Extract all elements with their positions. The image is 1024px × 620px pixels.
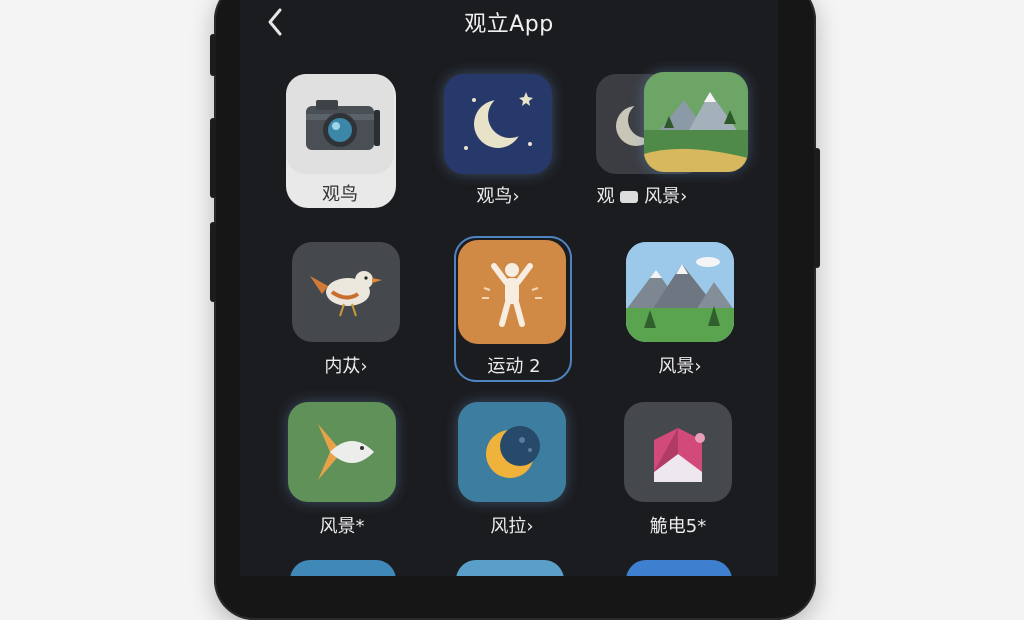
mountain-landscape-icon	[626, 242, 734, 342]
phone-side-button	[814, 148, 820, 268]
mountain-landscape-icon	[644, 72, 748, 172]
app-label: 风景*	[319, 516, 365, 537]
app-item[interactable]: 观 风景›	[590, 68, 748, 218]
app-label: 运动 2	[487, 356, 541, 377]
app-item[interactable]: 觤电5*	[618, 396, 738, 546]
app-item[interactable]: 风景›	[620, 236, 740, 386]
bird-icon	[292, 242, 400, 342]
partial-app-tile[interactable]	[290, 560, 396, 576]
app-label: 内苁›	[324, 356, 368, 377]
phone-side-button	[210, 118, 216, 198]
app-item[interactable]: 内苁›	[286, 236, 406, 386]
fish-icon	[288, 402, 396, 502]
pink-landmark-icon	[624, 402, 732, 502]
app-item[interactable]: 运动 2	[454, 236, 574, 386]
app-label: 观鸟›	[476, 186, 520, 207]
crescent-moon-icon	[458, 402, 566, 502]
app-item[interactable]: 观鸟	[280, 68, 400, 218]
phone-screen: 观立App 观鸟 观鸟› 观 风景› 内苁› 运动 2 风景› 风景* 风拉› …	[240, 0, 778, 576]
moon-icon	[444, 74, 552, 174]
partial-app-tile[interactable]	[456, 560, 564, 576]
exercise-person-icon	[458, 240, 566, 344]
app-label: 觤电5*	[649, 516, 707, 537]
overlay-app-label: 风景›	[644, 186, 688, 207]
small-camera-icon	[620, 191, 639, 203]
app-item[interactable]: 观鸟›	[438, 68, 558, 218]
header: 观立App	[240, 0, 778, 46]
app-item[interactable]: 风拉›	[452, 396, 572, 546]
app-label: 观 风景›	[582, 182, 702, 208]
app-label: 风景›	[658, 356, 702, 377]
app-item[interactable]: 风景*	[282, 396, 402, 546]
app-label-text: 观	[596, 186, 615, 207]
app-label: 观鸟	[322, 184, 358, 205]
phone-side-button	[210, 34, 216, 76]
camera-icon	[286, 74, 394, 174]
partial-app-tile[interactable]	[626, 560, 732, 576]
app-label: 风拉›	[490, 516, 534, 537]
phone-side-button	[210, 222, 216, 302]
page-title: 观立App	[464, 12, 554, 37]
